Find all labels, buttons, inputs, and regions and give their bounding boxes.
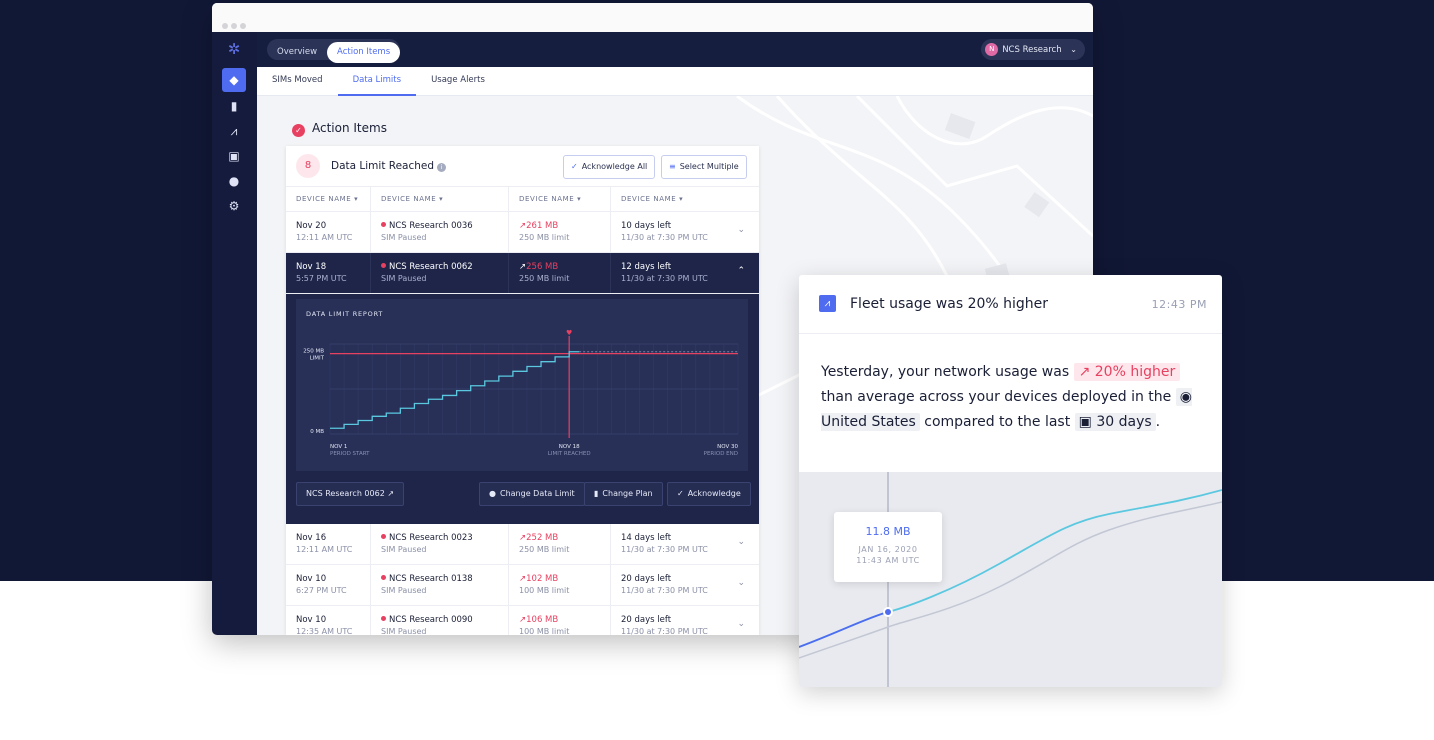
x-tick-caption: PERIOD END bbox=[704, 451, 738, 457]
chevron-down-icon: ⌄ bbox=[1070, 45, 1077, 54]
view-switcher: Overview Action Items bbox=[267, 39, 401, 63]
table-row-expanded[interactable]: Nov 18 5:57 PM UTC NCS Research 0062 SIM P… bbox=[286, 253, 759, 294]
column-header[interactable]: DEVICE NAME ▾ bbox=[509, 187, 611, 211]
acknowledge-all-button[interactable]: ✓ Acknowledge All bbox=[563, 155, 656, 179]
icon-sidebar: ✲ ◆ ▮ ⩘ ▣ ● ⚙ bbox=[212, 32, 257, 635]
data-limit-report: DATA LIMIT REPORT ♥ 250 MB LIMIT 0 MB NO… bbox=[296, 299, 748, 471]
expanded-panel: DATA LIMIT REPORT ♥ 250 MB LIMIT 0 MB NO… bbox=[286, 294, 759, 524]
table-row[interactable]: Nov 10 6:27 PM UTC NCS Research 0138 SIM P… bbox=[286, 565, 759, 606]
marker-heart-icon: ♥ bbox=[566, 329, 572, 337]
table-row[interactable]: Nov 20 12:11 AM UTC NCS Research 0036 SIM … bbox=[286, 212, 759, 253]
status-dot bbox=[381, 616, 386, 621]
insight-text: Yesterday, your network usage was ↗ 20% … bbox=[821, 363, 1192, 431]
status-dot bbox=[381, 222, 386, 227]
report-chart: ♥ 250 MB LIMIT 0 MB NOV 1 PERIOD START N… bbox=[303, 329, 738, 457]
window-titlebar bbox=[212, 3, 1093, 33]
x-tick-label: NOV 18 bbox=[559, 444, 580, 450]
account-menu[interactable]: N NCS Research ⌄ bbox=[981, 39, 1085, 60]
chart-icon[interactable]: ⩘ bbox=[222, 119, 246, 143]
column-header[interactable]: DEVICE NAME ▾ bbox=[371, 187, 509, 211]
camera-icon[interactable]: ▣ bbox=[222, 144, 246, 168]
table-row[interactable]: Nov 10 12:35 AM UTC NCS Research 0090 SIM … bbox=[286, 606, 759, 635]
document-icon[interactable]: ▮ bbox=[222, 94, 246, 118]
tab-overview[interactable]: Overview bbox=[267, 42, 327, 63]
account-name: NCS Research bbox=[1002, 45, 1062, 55]
table-header: DEVICE NAME ▾ DEVICE NAME ▾ DEVICE NAME … bbox=[286, 187, 759, 212]
y-tick-label: LIMIT bbox=[310, 356, 325, 362]
list-icon: ≡ bbox=[669, 162, 676, 171]
compass-icon[interactable]: ● bbox=[222, 169, 246, 193]
increase-highlight: ↗ 20% higher bbox=[1073, 363, 1181, 381]
insight-header: ⩘ Fleet usage was 20% higher 12:43 PM bbox=[799, 275, 1222, 334]
x-tick-label: NOV 30 bbox=[717, 444, 738, 450]
change-data-limit-button[interactable]: ● Change Data Limit bbox=[479, 482, 585, 506]
count-badge: 8 bbox=[296, 154, 320, 178]
insight-chart: 11.8 MB JAN 16, 2020 11:43 AM UTC bbox=[799, 472, 1222, 687]
window-controls[interactable] bbox=[222, 14, 249, 33]
avatar: N bbox=[985, 43, 999, 56]
calendar-icon: ▣ bbox=[1078, 414, 1092, 430]
usage-series-highlight bbox=[799, 611, 889, 648]
card-header: 8 Data Limit Reached i ✓ Acknowledge All ≡… bbox=[286, 146, 759, 187]
x-tick-label: NOV 1 bbox=[330, 444, 347, 450]
chart-tooltip: 11.8 MB JAN 16, 2020 11:43 AM UTC bbox=[834, 512, 942, 582]
insight-card: ⩘ Fleet usage was 20% higher 12:43 PM Ye… bbox=[799, 275, 1222, 687]
layers-icon[interactable]: ◆ bbox=[222, 68, 246, 92]
tab-data-limits[interactable]: Data Limits bbox=[337, 67, 417, 96]
globe-icon: ◉ bbox=[1179, 389, 1192, 405]
top-bar: Overview Action Items N NCS Research ⌄ bbox=[257, 32, 1093, 67]
check-double-icon: ✓ bbox=[571, 162, 578, 171]
check-double-icon: ✓ bbox=[677, 489, 684, 498]
column-header[interactable]: DEVICE NAME ▾ bbox=[611, 187, 759, 211]
period-chip[interactable]: ▣ 30 days bbox=[1074, 413, 1156, 431]
x-tick-caption: PERIOD START bbox=[330, 451, 370, 457]
card-title: Data Limit Reached i bbox=[331, 160, 447, 172]
tab-sims-moved[interactable]: SIMs Moved bbox=[257, 67, 338, 94]
info-icon[interactable]: i bbox=[437, 163, 447, 172]
acknowledge-button[interactable]: ✓ Acknowledge bbox=[667, 482, 751, 506]
select-multiple-button[interactable]: ≡ Select Multiple bbox=[661, 155, 747, 179]
sub-tabs: SIMs Moved Data Limits Usage Alerts bbox=[257, 67, 1093, 96]
usage-series-line bbox=[330, 351, 580, 429]
status-dot bbox=[381, 263, 386, 268]
tab-action-items[interactable]: Action Items bbox=[327, 42, 401, 63]
table-row[interactable]: Nov 16 12:11 AM UTC NCS Research 0023 SIM … bbox=[286, 524, 759, 565]
document-icon: ▮ bbox=[594, 489, 599, 498]
alert-check-icon: ✓ bbox=[292, 124, 305, 137]
chevron-up-icon[interactable]: ⌃ bbox=[737, 266, 745, 276]
insight-title: Fleet usage was 20% higher bbox=[850, 296, 1049, 312]
tooltip-time: 11:43 AM UTC bbox=[856, 556, 920, 565]
column-header[interactable]: DEVICE NAME ▾ bbox=[286, 187, 371, 211]
x-tick-caption: LIMIT REACHED bbox=[548, 451, 591, 457]
y-tick-label: 0 MB bbox=[310, 429, 324, 435]
status-dot bbox=[381, 534, 386, 539]
tab-usage-alerts[interactable]: Usage Alerts bbox=[416, 67, 500, 94]
y-tick-label: 250 MB bbox=[303, 349, 324, 355]
section-title: ✓ Action Items bbox=[292, 121, 387, 137]
tooltip-value: 11.8 MB bbox=[865, 525, 911, 538]
change-plan-button[interactable]: ▮ Change Plan bbox=[584, 482, 663, 506]
gear-icon[interactable]: ⚙ bbox=[222, 194, 246, 218]
tooltip-date: JAN 16, 2020 bbox=[858, 545, 918, 554]
device-link-button[interactable]: NCS Research 0062 ↗ bbox=[296, 482, 405, 506]
hover-point bbox=[885, 609, 891, 615]
data-limit-card: 8 Data Limit Reached i ✓ Acknowledge All ≡… bbox=[286, 146, 759, 635]
trend-chart-icon: ⩘ bbox=[819, 295, 836, 312]
chevron-down-icon[interactable]: ⌄ bbox=[737, 578, 745, 588]
logo-icon: ✲ bbox=[227, 40, 241, 58]
chevron-down-icon[interactable]: ⌄ bbox=[737, 619, 745, 629]
chevron-down-icon[interactable]: ⌄ bbox=[737, 537, 745, 547]
insight-time: 12:43 PM bbox=[1151, 298, 1207, 311]
status-dot bbox=[381, 575, 386, 580]
chevron-down-icon[interactable]: ⌄ bbox=[737, 225, 745, 235]
check-circle-icon: ● bbox=[489, 489, 496, 498]
